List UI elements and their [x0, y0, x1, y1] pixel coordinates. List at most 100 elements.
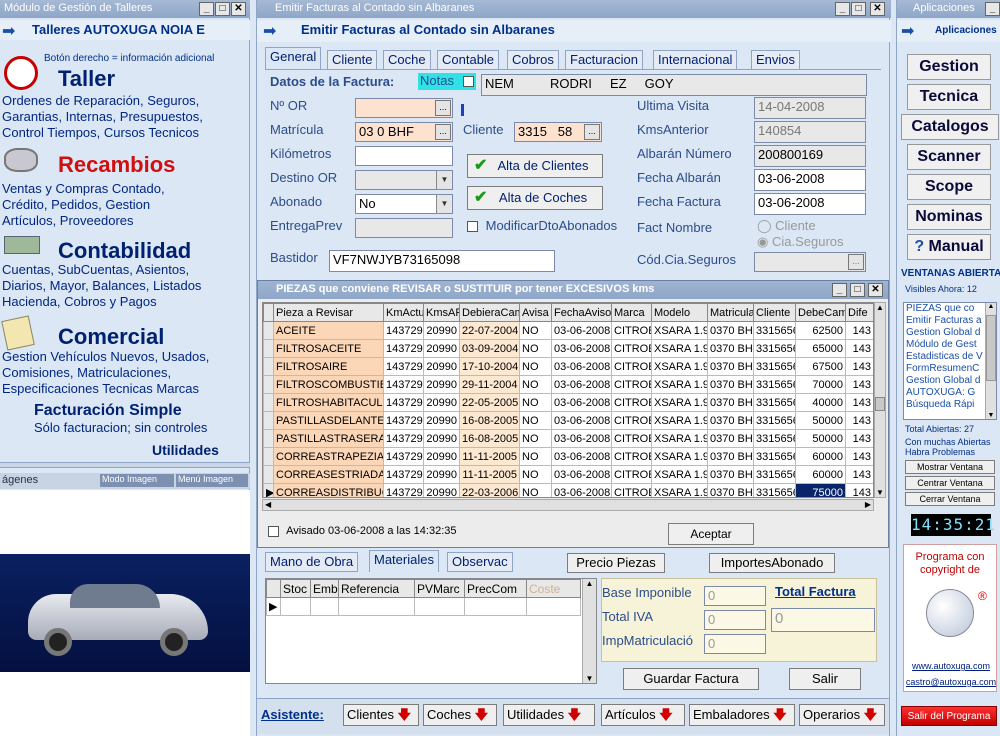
section-desc-taller-2[interactable]: Garantias, Internas, Presupuestos, — [2, 109, 203, 124]
table-cell[interactable]: 3315656 — [753, 357, 796, 376]
table-cell[interactable]: 11-11-2005 — [459, 465, 520, 484]
table-cell[interactable]: 20990 — [423, 411, 460, 430]
col-header[interactable]: Emb — [310, 579, 339, 598]
table-cell[interactable]: 143729 — [383, 339, 424, 358]
table-cell[interactable]: 143 — [845, 483, 873, 497]
table-cell[interactable]: 20990 — [423, 483, 460, 497]
facturacion-simple-subtitle[interactable]: Sólo facturacion; sin controles — [34, 420, 207, 435]
close-button[interactable]: ✕ — [870, 2, 885, 16]
aceptar-button[interactable]: Aceptar — [668, 523, 754, 545]
vertical-scrollbar[interactable]: ▲ ▼ — [985, 303, 996, 419]
table-cell[interactable]: XSARA 1.9D — [651, 429, 708, 448]
table-cell[interactable]: 60000 — [795, 447, 846, 466]
table-cell[interactable]: 143 — [845, 375, 873, 394]
client-name-field[interactable]: NEM RODRI EZ GOY — [481, 74, 867, 96]
table-cell[interactable]: 143 — [845, 465, 873, 484]
table-row[interactable]: CORREASTRAPEZIALES1437292099011-11-2005N… — [263, 447, 873, 466]
scroll-down-icon[interactable]: ▼ — [986, 412, 996, 419]
tab-coche[interactable]: Coche — [383, 50, 431, 70]
imp-matriculacion-field[interactable]: 0 — [704, 634, 766, 654]
row-selector[interactable] — [263, 411, 274, 430]
table-cell[interactable]: CITROE — [611, 429, 652, 448]
table-cell[interactable]: CITROE — [611, 465, 652, 484]
table-cell[interactable]: 03-06-2008 — [551, 357, 612, 376]
table-cell[interactable]: NO — [519, 357, 552, 376]
table-cell[interactable]: XSARA 1.9D — [651, 339, 708, 358]
table-cell[interactable]: XSARA 1.9D — [651, 393, 708, 412]
facturacion-simple-title[interactable]: Facturación Simple — [34, 402, 182, 420]
table-cell[interactable]: 0370 BH — [707, 393, 754, 412]
scroll-thumb[interactable] — [986, 315, 996, 381]
table-cell[interactable]: XSARA 1.9D — [651, 411, 708, 430]
maximize-button[interactable]: □ — [850, 283, 865, 297]
table-cell[interactable]: 29-11-2004 — [459, 375, 520, 394]
centrar-ventana-button[interactable]: Centrar Ventana — [905, 476, 995, 490]
table-cell[interactable]: 40000 — [795, 393, 846, 412]
table-cell[interactable]: NO — [519, 321, 552, 340]
table-cell[interactable]: NO — [519, 483, 552, 497]
close-button[interactable]: ✕ — [231, 2, 246, 16]
tab-materiales[interactable]: Materiales — [369, 550, 439, 572]
table-cell[interactable]: 0370 BH — [707, 483, 754, 497]
albaran-numero-field[interactable]: 200800169 — [754, 145, 866, 167]
col-header[interactable]: Cliente — [753, 303, 796, 322]
row-selector[interactable] — [263, 465, 274, 484]
row-selector[interactable] — [263, 393, 274, 412]
table-cell[interactable]: 0370 BH — [707, 339, 754, 358]
scroll-thumb[interactable] — [875, 397, 885, 411]
modo-imagen-button[interactable]: Modo Imagen — [100, 474, 174, 487]
table-cell[interactable]: 03-06-2008 — [551, 393, 612, 412]
gestion-button[interactable]: Gestion — [907, 54, 991, 80]
abonado-select[interactable]: No ▼ — [355, 194, 453, 214]
table-cell[interactable]: 20990 — [423, 375, 460, 394]
cod-cia-field[interactable]: ... — [754, 252, 866, 272]
table-cell[interactable]: 143 — [845, 339, 873, 358]
maximize-button[interactable]: □ — [851, 2, 866, 16]
col-header[interactable]: PrecCom — [464, 579, 527, 598]
table-cell[interactable]: 143729 — [383, 465, 424, 484]
km-field[interactable] — [355, 146, 453, 166]
minimize-button[interactable]: _ — [199, 2, 214, 16]
window-list-item[interactable]: FormResumenC — [906, 363, 996, 375]
section-title-taller[interactable]: Taller — [58, 66, 115, 92]
table-cell[interactable]: 17-10-2004 — [459, 357, 520, 376]
tecnica-button[interactable]: Tecnica — [907, 84, 991, 110]
col-header[interactable]: Dife — [845, 303, 873, 322]
table-cell[interactable]: XSARA 1.9D — [651, 357, 708, 376]
matricula-field[interactable]: 03 0 BHF... — [355, 122, 453, 142]
table-cell[interactable]: 3315656 — [753, 393, 796, 412]
window-list-item[interactable]: AUTOXUGA: G — [906, 387, 996, 399]
table-cell[interactable]: 03-06-2008 — [551, 429, 612, 448]
catalogos-button[interactable]: Catalogos — [901, 114, 999, 140]
table-cell[interactable]: CITROE — [611, 447, 652, 466]
row-selector[interactable] — [263, 321, 274, 340]
fecha-albaran-field[interactable]: 03-06-2008 — [754, 169, 866, 191]
table-cell[interactable]: 143729 — [383, 393, 424, 412]
modificar-checkbox[interactable] — [467, 221, 478, 233]
scroll-left-icon[interactable]: ◀ — [265, 500, 271, 509]
fecha-factura-field[interactable]: 03-06-2008 — [754, 193, 866, 215]
col-header[interactable]: FechaAviso — [551, 303, 612, 322]
section-title-contabilidad[interactable]: Contabilidad — [58, 238, 191, 264]
table-cell[interactable]: 0370 BH — [707, 375, 754, 394]
col-header[interactable]: KmActu — [383, 303, 424, 322]
col-header[interactable]: KmsAF — [423, 303, 460, 322]
col-header[interactable]: PVMarc — [414, 579, 465, 598]
col-header[interactable]: Modelo — [651, 303, 708, 322]
table-cell[interactable]: CITROE — [611, 339, 652, 358]
asistente-utilidades-button[interactable]: Utilidades 🡇 — [503, 704, 595, 726]
table-cell[interactable]: 143729 — [383, 447, 424, 466]
table-cell[interactable]: 143 — [845, 393, 873, 412]
base-imponible-field[interactable]: 0 — [704, 586, 766, 606]
window-list-item[interactable]: Módulo de Gest — [906, 339, 996, 351]
section-desc-recambios-3[interactable]: Artículos, Proveedores — [2, 213, 134, 228]
cerrar-ventana-button[interactable]: Cerrar Ventana — [905, 492, 995, 506]
asistente-coches-button[interactable]: Coches 🡇 — [423, 704, 497, 726]
table-cell[interactable]: 20990 — [423, 339, 460, 358]
table-cell[interactable]: NO — [519, 447, 552, 466]
table-cell[interactable]: PASTILLASDELANTERAS — [273, 411, 384, 430]
row-selector[interactable] — [263, 429, 274, 448]
table-cell[interactable]: 143 — [845, 411, 873, 430]
table-cell[interactable]: FILTROSHABITACULO — [273, 393, 384, 412]
table-cell[interactable]: XSARA 1.9D — [651, 447, 708, 466]
